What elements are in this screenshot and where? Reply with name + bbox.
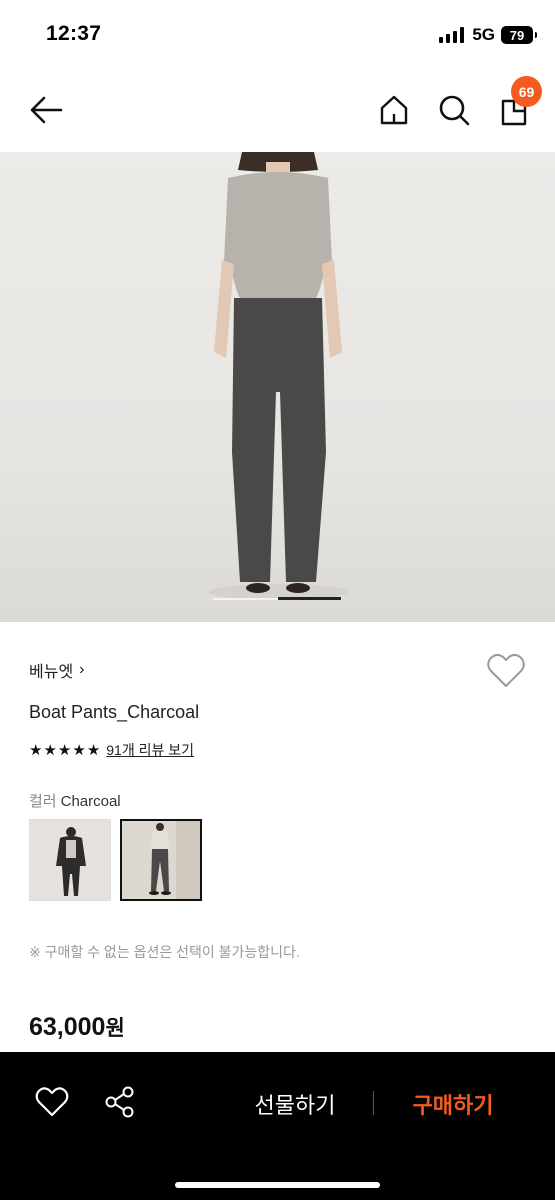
bottom-action-bar: 선물하기 구매하기 [0, 1052, 555, 1200]
rating-stars: ★ ★ ★ ★ ★ [29, 743, 100, 758]
star-icon: ★ [86, 741, 101, 759]
chevron-right-icon: › [79, 661, 85, 678]
gift-button[interactable]: 선물하기 [240, 1088, 350, 1120]
buy-button[interactable]: 구매하기 [398, 1088, 508, 1120]
wishlist-button[interactable] [486, 652, 526, 690]
top-nav-bar [0, 70, 555, 152]
brand-name: 베뉴엣 [29, 664, 74, 681]
review-link[interactable]: 91개 리뷰 보기 [106, 740, 194, 760]
cart-count-badge: 69 [511, 76, 542, 107]
search-button[interactable] [434, 90, 474, 130]
brand-link[interactable]: 베뉴엣 › [29, 658, 85, 682]
search-icon [439, 95, 470, 126]
bottom-wishlist-button[interactable] [34, 1084, 70, 1120]
battery-level: 79 [509, 27, 525, 43]
signal-strength-icon [439, 27, 465, 43]
network-type: 5G [472, 25, 495, 44]
star-icon: ★ [72, 741, 86, 759]
option-notice: ※ 구매할 수 없는 옵션은 선택이 불가능합니다. [29, 944, 300, 960]
color-swatch-1[interactable] [29, 819, 111, 901]
gallery-indicator-active [278, 597, 341, 600]
back-button[interactable] [26, 90, 66, 130]
heart-icon [35, 1087, 69, 1117]
color-swatch-2-selected[interactable] [120, 819, 202, 901]
product-price: 63,000원 [29, 1012, 125, 1042]
swatch-thumbnail [122, 821, 200, 899]
option-key: 컬러 [29, 793, 57, 810]
share-icon [105, 1086, 134, 1118]
product-image[interactable] [0, 152, 555, 622]
heart-icon [487, 653, 525, 687]
star-icon: ★ [29, 741, 43, 759]
price-amount: 63,000 [29, 1013, 106, 1041]
model-photo [208, 152, 348, 600]
share-button[interactable] [102, 1084, 138, 1120]
price-unit: 원 [105, 1017, 125, 1040]
swatch-thumbnail [30, 820, 110, 900]
status-time: 12:37 [46, 22, 102, 45]
bottom-divider [373, 1091, 374, 1115]
star-icon: ★ [43, 741, 57, 759]
rating-row: ★ ★ ★ ★ ★ 91개 리뷰 보기 [29, 740, 194, 760]
status-indicators: 5G 79 [439, 24, 537, 46]
home-button[interactable] [374, 90, 414, 130]
color-option-label: 컬러 Charcoal [29, 790, 121, 811]
product-title: Boat Pants_Charcoal [29, 702, 200, 722]
star-icon: ★ [57, 741, 72, 759]
home-icon [380, 95, 408, 125]
option-value: Charcoal [60, 793, 121, 810]
home-indicator [175, 1182, 380, 1188]
back-arrow-icon [30, 96, 63, 124]
battery-icon: 79 [501, 26, 537, 44]
status-bar: 12:37 5G 79 [0, 0, 555, 70]
